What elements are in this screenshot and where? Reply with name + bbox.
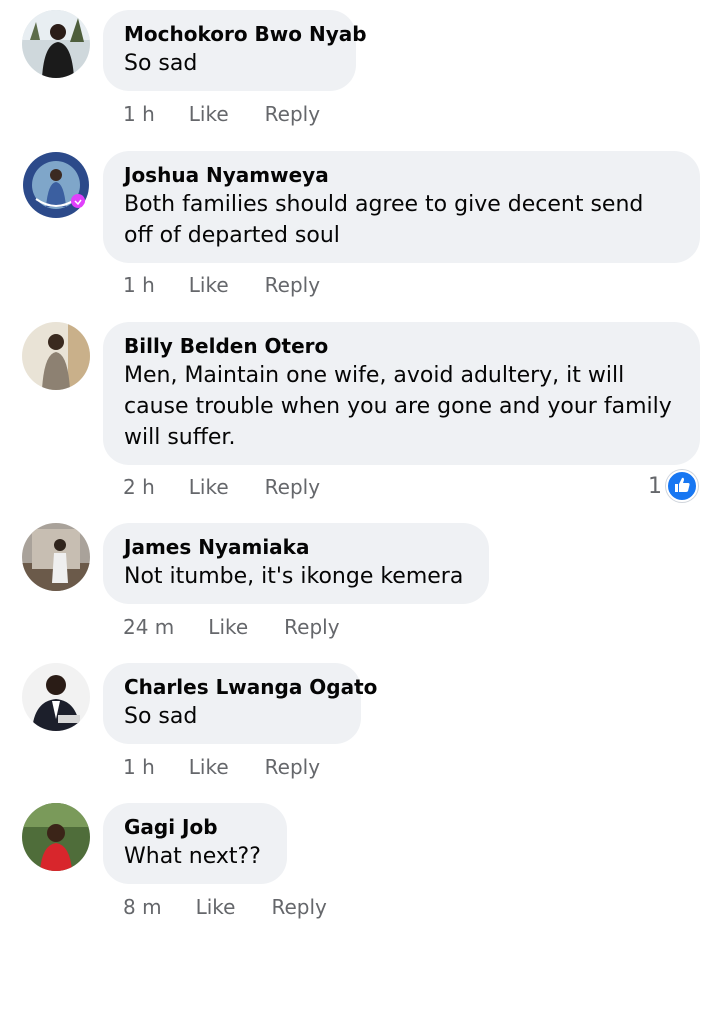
comment-time[interactable]: 24 m: [123, 613, 174, 641]
comment-author[interactable]: Charles Lwanga Ogato: [124, 673, 377, 701]
comment-bubble[interactable]: Billy Belden Otero Men, Maintain one wif…: [103, 322, 700, 465]
comment-author[interactable]: James Nyamiaka: [124, 533, 467, 561]
like-button[interactable]: Like: [189, 100, 229, 128]
avatar[interactable]: [22, 151, 90, 219]
comment-text: Both families should agree to give decen…: [124, 192, 644, 248]
comment-text: Not itumbe, it's ikonge kemera: [124, 564, 464, 589]
comment-text: Men, Maintain one wife, avoid adultery, …: [124, 363, 672, 450]
avatar[interactable]: [22, 803, 90, 871]
comment-time[interactable]: 1 h: [123, 271, 155, 299]
comment-bubble[interactable]: Joshua Nyamweya Both families should agr…: [103, 151, 700, 263]
avatar[interactable]: [22, 663, 90, 731]
reply-button[interactable]: Reply: [284, 613, 339, 641]
comment-text: So sad: [124, 51, 198, 76]
comment-bubble[interactable]: Gagi Job What next??: [103, 803, 287, 884]
like-button[interactable]: Like: [208, 613, 248, 641]
like-button[interactable]: Like: [196, 893, 236, 921]
reply-button[interactable]: Reply: [265, 473, 320, 501]
comment-bubble[interactable]: Charles Lwanga Ogato So sad: [103, 663, 377, 744]
comment-actions: 8 m Like Reply: [123, 893, 327, 921]
like-button[interactable]: Like: [189, 473, 229, 501]
comment-bubble[interactable]: Mochokoro Bwo Nyab So sad: [103, 10, 367, 91]
comment-author[interactable]: Mochokoro Bwo Nyab: [124, 20, 367, 48]
comment-actions: 1 h Like Reply: [123, 271, 320, 299]
comment-actions: 1 h Like Reply: [123, 100, 320, 128]
comment-actions: 24 m Like Reply: [123, 613, 340, 641]
reply-button[interactable]: Reply: [265, 100, 320, 128]
reply-button[interactable]: Reply: [265, 271, 320, 299]
comment-time[interactable]: 1 h: [123, 100, 155, 128]
reaction-count: 1: [648, 473, 662, 499]
like-button[interactable]: Like: [189, 753, 229, 781]
comment-actions: 1 h Like Reply: [123, 753, 320, 781]
comment-actions: 2 h Like Reply: [123, 473, 320, 501]
comment-author[interactable]: Billy Belden Otero: [124, 332, 678, 360]
avatar[interactable]: [22, 10, 90, 78]
comment-text: So sad: [124, 704, 198, 729]
reaction-summary[interactable]: 1: [648, 470, 698, 502]
comment-time[interactable]: 1 h: [123, 753, 155, 781]
avatar[interactable]: [22, 523, 90, 591]
reply-button[interactable]: Reply: [265, 753, 320, 781]
comment-time[interactable]: 8 m: [123, 893, 162, 921]
avatar[interactable]: [22, 322, 90, 390]
comment-time[interactable]: 2 h: [123, 473, 155, 501]
comment-author[interactable]: Gagi Job: [124, 813, 265, 841]
comment-text: What next??: [124, 844, 261, 869]
reply-button[interactable]: Reply: [271, 893, 326, 921]
comment-bubble[interactable]: James Nyamiaka Not itumbe, it's ikonge k…: [103, 523, 489, 604]
thumbs-up-icon: [666, 470, 698, 502]
like-button[interactable]: Like: [189, 271, 229, 299]
comment-author[interactable]: Joshua Nyamweya: [124, 161, 678, 189]
